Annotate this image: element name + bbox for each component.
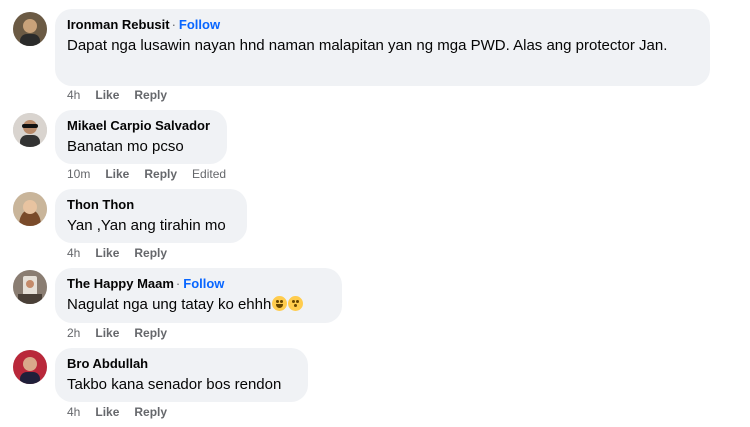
comment-header: Ironman Rebusit · Follow [67, 16, 698, 33]
comment-text: Dapat nga lusawin nayan hnd naman malapi… [67, 37, 668, 54]
author-name[interactable]: Ironman Rebusit [67, 17, 170, 32]
like-button[interactable]: Like [105, 167, 129, 181]
comment-bubble: Ironman Rebusit · Follow Dapat nga lusawin… [55, 9, 710, 86]
comment-actions: 4h Like Reply [67, 405, 182, 419]
reply-button[interactable]: Reply [144, 167, 177, 181]
avatar[interactable] [13, 113, 47, 147]
timestamp[interactable]: 2h [67, 326, 80, 340]
like-button[interactable]: Like [95, 246, 119, 260]
comment-actions: 10m Like Reply Edited [67, 167, 226, 181]
author-name[interactable]: Bro Abdullah [67, 356, 148, 371]
like-button[interactable]: Like [95, 405, 119, 419]
comment-text: Yan ,Yan ang tirahin mo [67, 217, 226, 234]
author-name[interactable]: Thon Thon [67, 197, 134, 212]
author-name[interactable]: The Happy Maam [67, 276, 174, 291]
reply-button[interactable]: Reply [134, 246, 167, 260]
comment-text: Banatan mo pcso [67, 138, 184, 155]
like-button[interactable]: Like [95, 326, 119, 340]
avatar[interactable] [13, 270, 47, 304]
comment-text: Nagulat nga ung tatay ko ehhh [67, 295, 330, 315]
comment-text-body: Nagulat nga ung tatay ko ehhh [67, 296, 272, 313]
avatar[interactable] [13, 192, 47, 226]
author-name[interactable]: Mikael Carpio Salvador [67, 118, 210, 133]
comment-actions: 2h Like Reply [67, 326, 182, 340]
timestamp[interactable]: 10m [67, 167, 90, 181]
reply-button[interactable]: Reply [134, 405, 167, 419]
like-button[interactable]: Like [95, 88, 119, 102]
comment-actions: 4h Like Reply [67, 246, 182, 260]
comment-bubble: The Happy Maam · Follow Nagulat nga ung ta… [55, 268, 342, 323]
avatar-photo-icon [13, 192, 47, 226]
comment-header: The Happy Maam · Follow [67, 275, 330, 292]
reply-button[interactable]: Reply [134, 88, 167, 102]
flushed-face-emoji-icon [288, 296, 304, 311]
follow-button[interactable]: Follow [179, 17, 220, 32]
avatar-photo-icon [13, 113, 47, 147]
comment-text: Takbo kana senador bos rendon [67, 376, 282, 393]
avatar-photo-icon [13, 12, 47, 46]
avatar-photo-icon [13, 350, 47, 384]
avatar[interactable] [13, 350, 47, 384]
comment-header: Mikael Carpio Salvador [67, 117, 215, 134]
timestamp[interactable]: 4h [67, 246, 80, 260]
avatar-photo-icon [13, 270, 47, 304]
laughing-tears-emoji-icon [272, 296, 288, 311]
avatar[interactable] [13, 12, 47, 46]
follow-button[interactable]: Follow [183, 276, 224, 291]
reply-button[interactable]: Reply [134, 326, 167, 340]
comment-bubble: Bro Abdullah Takbo kana senador bos rend… [55, 348, 308, 402]
comment-bubble: Mikael Carpio Salvador Banatan mo pcso [55, 110, 227, 164]
comment-header: Bro Abdullah [67, 355, 296, 372]
timestamp[interactable]: 4h [67, 405, 80, 419]
timestamp[interactable]: 4h [67, 88, 80, 102]
comment-actions: 4h Like Reply [67, 88, 182, 102]
separator-dot: · [175, 276, 181, 291]
comment-bubble: Thon Thon Yan ,Yan ang tirahin mo [55, 189, 247, 243]
edited-label: Edited [192, 167, 227, 181]
separator-dot: · [171, 17, 176, 32]
comment-header: Thon Thon [67, 196, 235, 213]
